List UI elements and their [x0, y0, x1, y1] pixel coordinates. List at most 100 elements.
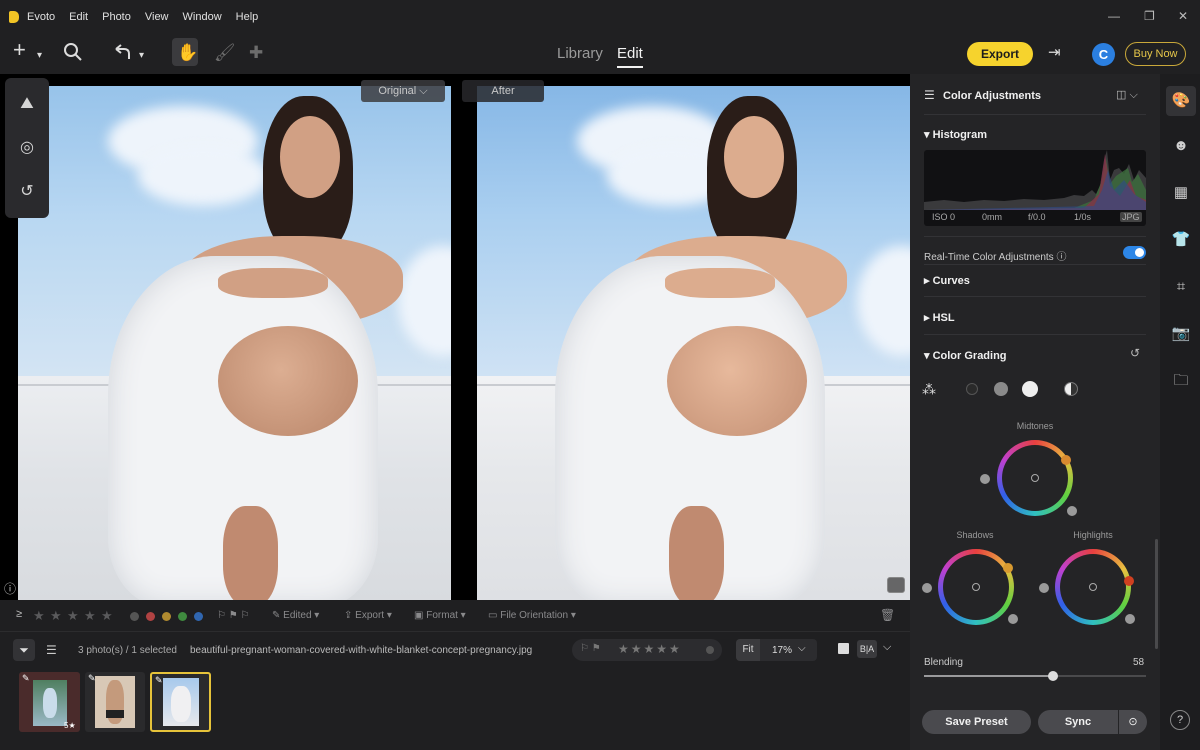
- rating-filter-icon[interactable]: ≥: [16, 608, 22, 620]
- zoom-value[interactable]: 17%: [772, 645, 792, 656]
- save-preset-button[interactable]: Save Preset: [922, 710, 1031, 734]
- tab-edit[interactable]: Edit: [617, 45, 643, 62]
- export-filter[interactable]: ⇪ Export ▾: [344, 610, 392, 621]
- buy-now-button[interactable]: Buy Now: [1125, 42, 1186, 66]
- blending-slider-track[interactable]: [924, 671, 1146, 681]
- menu-bar: Evoto Edit Photo View Window Help — ❐ ✕: [0, 0, 1200, 34]
- shadows-center: [972, 583, 980, 591]
- hsl-header[interactable]: ▸ HSL: [924, 311, 955, 324]
- original-dropdown[interactable]: Original ⌵: [361, 80, 445, 102]
- menu-app[interactable]: Evoto: [27, 11, 55, 23]
- add-dropdown-chevron-icon[interactable]: ▾: [37, 45, 42, 67]
- star-filter-2[interactable]: ★: [50, 608, 62, 624]
- photo-color-label[interactable]: [706, 646, 714, 654]
- three-way-icon[interactable]: ⁂: [922, 381, 936, 398]
- landscape-adjust-icon[interactable]: ⛰: [17, 94, 37, 114]
- blending-slider-handle[interactable]: [1047, 671, 1058, 681]
- clothing-icon[interactable]: 👕: [1170, 229, 1192, 251]
- star-filter-4[interactable]: ★: [84, 608, 96, 624]
- image-canvas[interactable]: Original ⌵ After ⓘ: [0, 74, 910, 600]
- flag-icon[interactable]: ⚐ ⚑: [580, 643, 601, 654]
- photo-star-rating[interactable]: ★★★★★: [618, 642, 682, 656]
- trash-icon[interactable]: 🗑: [880, 608, 895, 622]
- camera-icon[interactable]: 📷: [1170, 323, 1192, 345]
- history-icon[interactable]: ↺: [17, 182, 37, 202]
- compare-view-icon[interactable]: [887, 577, 905, 593]
- blemish-dots-icon[interactable]: ◎: [17, 138, 37, 158]
- shadows-luma-knob[interactable]: [1008, 614, 1018, 624]
- export-panel-icon[interactable]: ⇥: [1048, 42, 1061, 64]
- color-label-red[interactable]: [146, 612, 155, 621]
- highlights-luma-knob-left[interactable]: [1039, 583, 1049, 593]
- sync-button[interactable]: Sync: [1038, 710, 1118, 734]
- curves-header[interactable]: ▸ Curves: [924, 274, 970, 287]
- adjustments-menu-icon[interactable]: ☰: [924, 88, 935, 102]
- star-filter-5[interactable]: ★: [101, 608, 113, 624]
- single-view-icon[interactable]: [838, 643, 849, 654]
- color-grading-header[interactable]: ▾ Color Grading: [924, 349, 1007, 362]
- close-button[interactable]: ✕: [1178, 9, 1188, 23]
- panel-scrollbar[interactable]: [1155, 539, 1158, 649]
- menu-view[interactable]: View: [145, 11, 169, 23]
- midtones-luma-knob-left[interactable]: [980, 474, 990, 484]
- color-label-none[interactable]: [130, 612, 139, 621]
- tab-library[interactable]: Library: [557, 45, 603, 62]
- zoom-chevron-icon[interactable]: ⌵: [798, 643, 806, 654]
- edited-filter[interactable]: ✎ Edited ▾: [272, 610, 319, 621]
- filter-funnel-icon[interactable]: ⏷: [13, 639, 35, 661]
- undo-dropdown-chevron-icon[interactable]: ▾: [139, 45, 144, 67]
- active-tab-indicator: [617, 66, 643, 68]
- midtones-luma-knob[interactable]: [1067, 506, 1077, 516]
- maximize-button[interactable]: ❐: [1144, 9, 1155, 23]
- help-icon[interactable]: ?: [1170, 710, 1190, 730]
- color-label-blue[interactable]: [194, 612, 203, 621]
- flag-filter-icon[interactable]: ⚐ ⚑ ⚐: [217, 610, 249, 621]
- star-filter-3[interactable]: ★: [67, 608, 79, 624]
- global-mode-icon[interactable]: [1064, 382, 1078, 396]
- menu-window[interactable]: Window: [183, 11, 222, 23]
- reset-icon[interactable]: ↺: [1130, 346, 1140, 360]
- crop-icon[interactable]: ⌗: [1170, 276, 1192, 298]
- view-chevron-icon[interactable]: ⌵: [883, 641, 891, 654]
- highlights-mode-icon[interactable]: [1022, 381, 1038, 397]
- thumbnail-2[interactable]: ✎: [85, 672, 145, 732]
- undo-icon[interactable]: [112, 42, 132, 68]
- thumbnail-3-selected[interactable]: ✎: [150, 672, 211, 732]
- preset-folder-icon[interactable]: 🗀: [1170, 370, 1192, 392]
- histogram-header[interactable]: ▾ Histogram: [924, 128, 987, 141]
- fit-button[interactable]: Fit: [736, 639, 760, 661]
- shadows-mode-icon[interactable]: [966, 383, 978, 395]
- sort-icon[interactable]: ☰: [46, 643, 57, 657]
- background-icon[interactable]: ▦: [1170, 182, 1192, 204]
- info-icon[interactable]: ⓘ: [4, 580, 16, 597]
- menu-help[interactable]: Help: [236, 11, 259, 23]
- bandage-icon[interactable]: ✚: [249, 42, 263, 64]
- realtime-toggle[interactable]: [1123, 246, 1146, 259]
- highlights-picker[interactable]: [1124, 576, 1134, 586]
- portrait-icon[interactable]: ☻: [1170, 135, 1192, 157]
- star-filter-1[interactable]: ★: [33, 608, 45, 624]
- exif-row: ISO 0 0mm f/0.0 1/0s JPG: [924, 210, 1146, 226]
- format-filter[interactable]: ▣ Format ▾: [414, 610, 466, 621]
- brush-icon[interactable]: 🖌: [214, 42, 236, 64]
- palette-icon[interactable]: 🎨: [1170, 90, 1192, 112]
- shadows-luma-knob-left[interactable]: [922, 583, 932, 593]
- minimize-button[interactable]: —: [1108, 9, 1120, 23]
- shadows-picker[interactable]: [1003, 563, 1013, 573]
- orientation-filter[interactable]: ▭ File Orientation ▾: [488, 610, 576, 621]
- panel-layout-icon[interactable]: ◫ ⌵: [1116, 88, 1138, 102]
- search-icon[interactable]: [63, 42, 83, 68]
- sync-settings-icon[interactable]: ⊙: [1119, 710, 1147, 734]
- add-icon[interactable]: +: [13, 39, 26, 61]
- color-label-green[interactable]: [178, 612, 187, 621]
- color-label-yellow[interactable]: [162, 612, 171, 621]
- before-after-view-button[interactable]: B|A: [857, 640, 877, 658]
- midtones-mode-icon[interactable]: [994, 382, 1008, 396]
- menu-edit[interactable]: Edit: [69, 11, 88, 23]
- thumbnail-1[interactable]: ✎ 5★: [19, 672, 80, 732]
- highlights-luma-knob[interactable]: [1125, 614, 1135, 624]
- menu-photo[interactable]: Photo: [102, 11, 131, 23]
- midtones-picker[interactable]: [1061, 455, 1071, 465]
- avatar[interactable]: C: [1092, 43, 1115, 66]
- export-button[interactable]: Export: [967, 42, 1033, 66]
